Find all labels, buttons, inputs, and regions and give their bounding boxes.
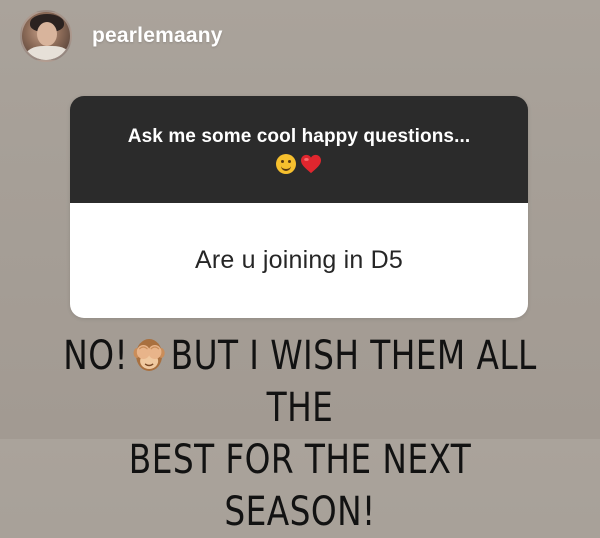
avatar-face: [37, 22, 57, 46]
question-sticker-body: Are u joining in D5: [70, 203, 528, 318]
red-heart-emoji-icon: [301, 154, 321, 174]
username[interactable]: pearlemaany: [92, 24, 223, 48]
answer-line-1-start: NO!: [63, 333, 129, 379]
smiling-face-emoji-icon: [276, 154, 296, 174]
answer-line-2: BEST FOR THE NEXT SEASON!: [128, 437, 472, 535]
question-prompt: Ask me some cool happy questions...: [127, 126, 471, 147]
see-no-evil-monkey-icon: [133, 339, 165, 371]
question-sticker[interactable]: Ask me some cool happy questions... Are …: [70, 96, 528, 318]
answer-text: NO! BUT I WISH THEM ALL THE BEST FOR THE…: [54, 330, 546, 538]
answer-line-1: NO! BUT I WISH THEM ALL THE: [54, 330, 546, 434]
story-view: pearlemaany Ask me some cool happy quest…: [0, 0, 600, 535]
prompt-emojis: [70, 154, 528, 174]
avatar[interactable]: [20, 10, 72, 62]
question-text: Are u joining in D5: [194, 246, 404, 274]
answer-line-1-end: BUT I WISH THEM ALL THE: [170, 333, 537, 431]
avatar-shirt: [26, 46, 70, 60]
question-sticker-header: Ask me some cool happy questions...: [70, 96, 528, 203]
story-header: pearlemaany: [20, 10, 223, 62]
